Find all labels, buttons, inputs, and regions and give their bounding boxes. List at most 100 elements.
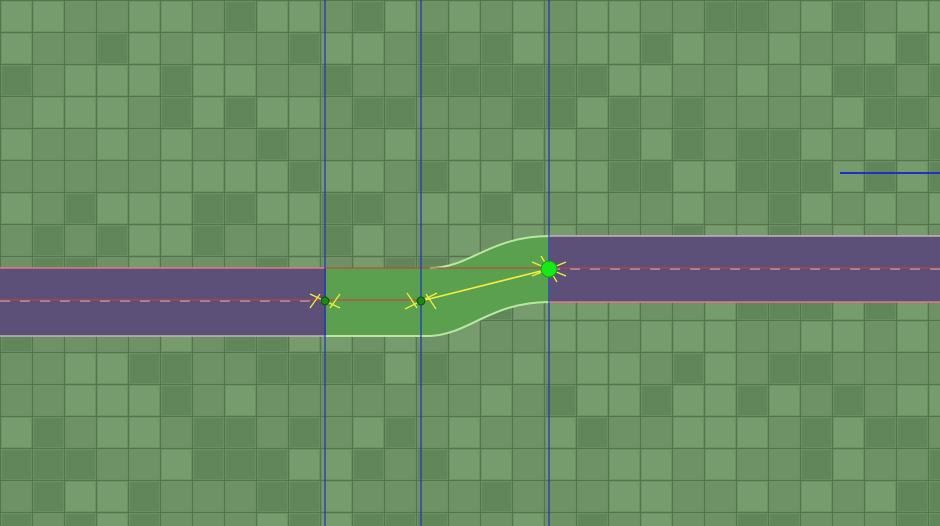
- terrain-tile: [578, 418, 607, 447]
- terrain-tile: [130, 514, 159, 526]
- terrain-tile: [418, 162, 447, 191]
- terrain-tile: [130, 226, 159, 255]
- terrain-tile: [674, 386, 703, 415]
- terrain-tile: [642, 162, 671, 191]
- terrain-tile: [258, 194, 287, 223]
- terrain-tile: [642, 66, 671, 95]
- terrain-tile: [34, 418, 63, 447]
- terrain-tile: [34, 482, 63, 511]
- terrain-tile: [2, 66, 31, 95]
- terrain-tile: [706, 162, 735, 191]
- scene-canvas[interactable]: [0, 0, 940, 526]
- terrain-tile: [930, 194, 940, 223]
- terrain-tile: [546, 162, 575, 191]
- terrain-tile: [258, 98, 287, 127]
- terrain-tile: [674, 322, 703, 351]
- terrain-tile: [418, 514, 447, 526]
- terrain-tile: [2, 34, 31, 63]
- terrain-tile: [226, 450, 255, 479]
- terrain-tile: [898, 322, 927, 351]
- terrain-tile: [578, 2, 607, 31]
- terrain-tile: [354, 34, 383, 63]
- road-segment-left[interactable]: [0, 267, 326, 337]
- terrain-tile: [514, 2, 543, 31]
- terrain-tile: [706, 418, 735, 447]
- terrain-tile: [482, 66, 511, 95]
- terrain-tile: [898, 2, 927, 31]
- terrain-tile: [578, 322, 607, 351]
- map-viewport[interactable]: [0, 0, 940, 526]
- terrain-tile: [2, 450, 31, 479]
- terrain-tile: [898, 162, 927, 191]
- terrain-tile: [898, 98, 927, 127]
- terrain-tile: [930, 386, 940, 415]
- terrain-tile: [98, 226, 127, 255]
- terrain-tile: [898, 514, 927, 526]
- terrain-tile: [738, 482, 767, 511]
- terrain-tile: [514, 34, 543, 63]
- terrain-tile: [418, 450, 447, 479]
- terrain-tile: [866, 34, 895, 63]
- terrain-tile: [290, 194, 319, 223]
- terrain-tile: [386, 98, 415, 127]
- terrain-tile: [770, 34, 799, 63]
- terrain-tile: [450, 162, 479, 191]
- terrain-tile: [482, 162, 511, 191]
- terrain-tile: [418, 66, 447, 95]
- terrain-tile: [386, 418, 415, 447]
- terrain-tile: [738, 162, 767, 191]
- terrain-tile: [802, 194, 831, 223]
- terrain-tile: [322, 354, 351, 383]
- terrain-tile: [834, 386, 863, 415]
- terrain-tile: [546, 322, 575, 351]
- terrain-tile: [290, 482, 319, 511]
- terrain-tile: [514, 194, 543, 223]
- terrain-tile: [130, 418, 159, 447]
- terrain-tile: [866, 418, 895, 447]
- terrain-tile: [258, 354, 287, 383]
- terrain-tile: [802, 450, 831, 479]
- terrain-tile: [834, 2, 863, 31]
- terrain-tile: [226, 194, 255, 223]
- terrain-tile: [322, 162, 351, 191]
- terrain-tile: [546, 130, 575, 159]
- terrain-tile: [738, 66, 767, 95]
- road-segment-right[interactable]: [550, 235, 940, 303]
- terrain-tile: [802, 418, 831, 447]
- terrain-tile: [642, 450, 671, 479]
- terrain-tile: [258, 450, 287, 479]
- terrain-tile: [322, 66, 351, 95]
- terrain-tile: [258, 2, 287, 31]
- terrain-tile: [514, 130, 543, 159]
- terrain-tile: [354, 162, 383, 191]
- terrain-tile: [546, 98, 575, 127]
- terrain-tile: [418, 194, 447, 223]
- terrain-tile: [354, 354, 383, 383]
- terrain-tile: [610, 450, 639, 479]
- terrain-tile: [66, 98, 95, 127]
- terrain-tile: [802, 354, 831, 383]
- terrain-tile: [706, 354, 735, 383]
- terrain-tile: [34, 2, 63, 31]
- terrain-tile: [290, 2, 319, 31]
- terrain-tile: [482, 386, 511, 415]
- terrain-tile: [450, 66, 479, 95]
- terrain-tile: [162, 194, 191, 223]
- terrain-tile: [930, 514, 940, 526]
- terrain-tile: [642, 130, 671, 159]
- terrain-tile: [130, 2, 159, 31]
- terrain-tile: [66, 66, 95, 95]
- terrain-tile: [738, 514, 767, 526]
- terrain-tile: [98, 482, 127, 511]
- terrain-tile: [98, 98, 127, 127]
- terrain-tile: [706, 450, 735, 479]
- terrain-tile: [642, 322, 671, 351]
- terrain-tile: [66, 194, 95, 223]
- terrain-tile: [578, 386, 607, 415]
- terrain-tile: [898, 386, 927, 415]
- terrain-tile: [354, 98, 383, 127]
- terrain-tile: [834, 322, 863, 351]
- terrain-tile: [770, 386, 799, 415]
- terrain-tile: [354, 194, 383, 223]
- terrain-tile: [194, 418, 223, 447]
